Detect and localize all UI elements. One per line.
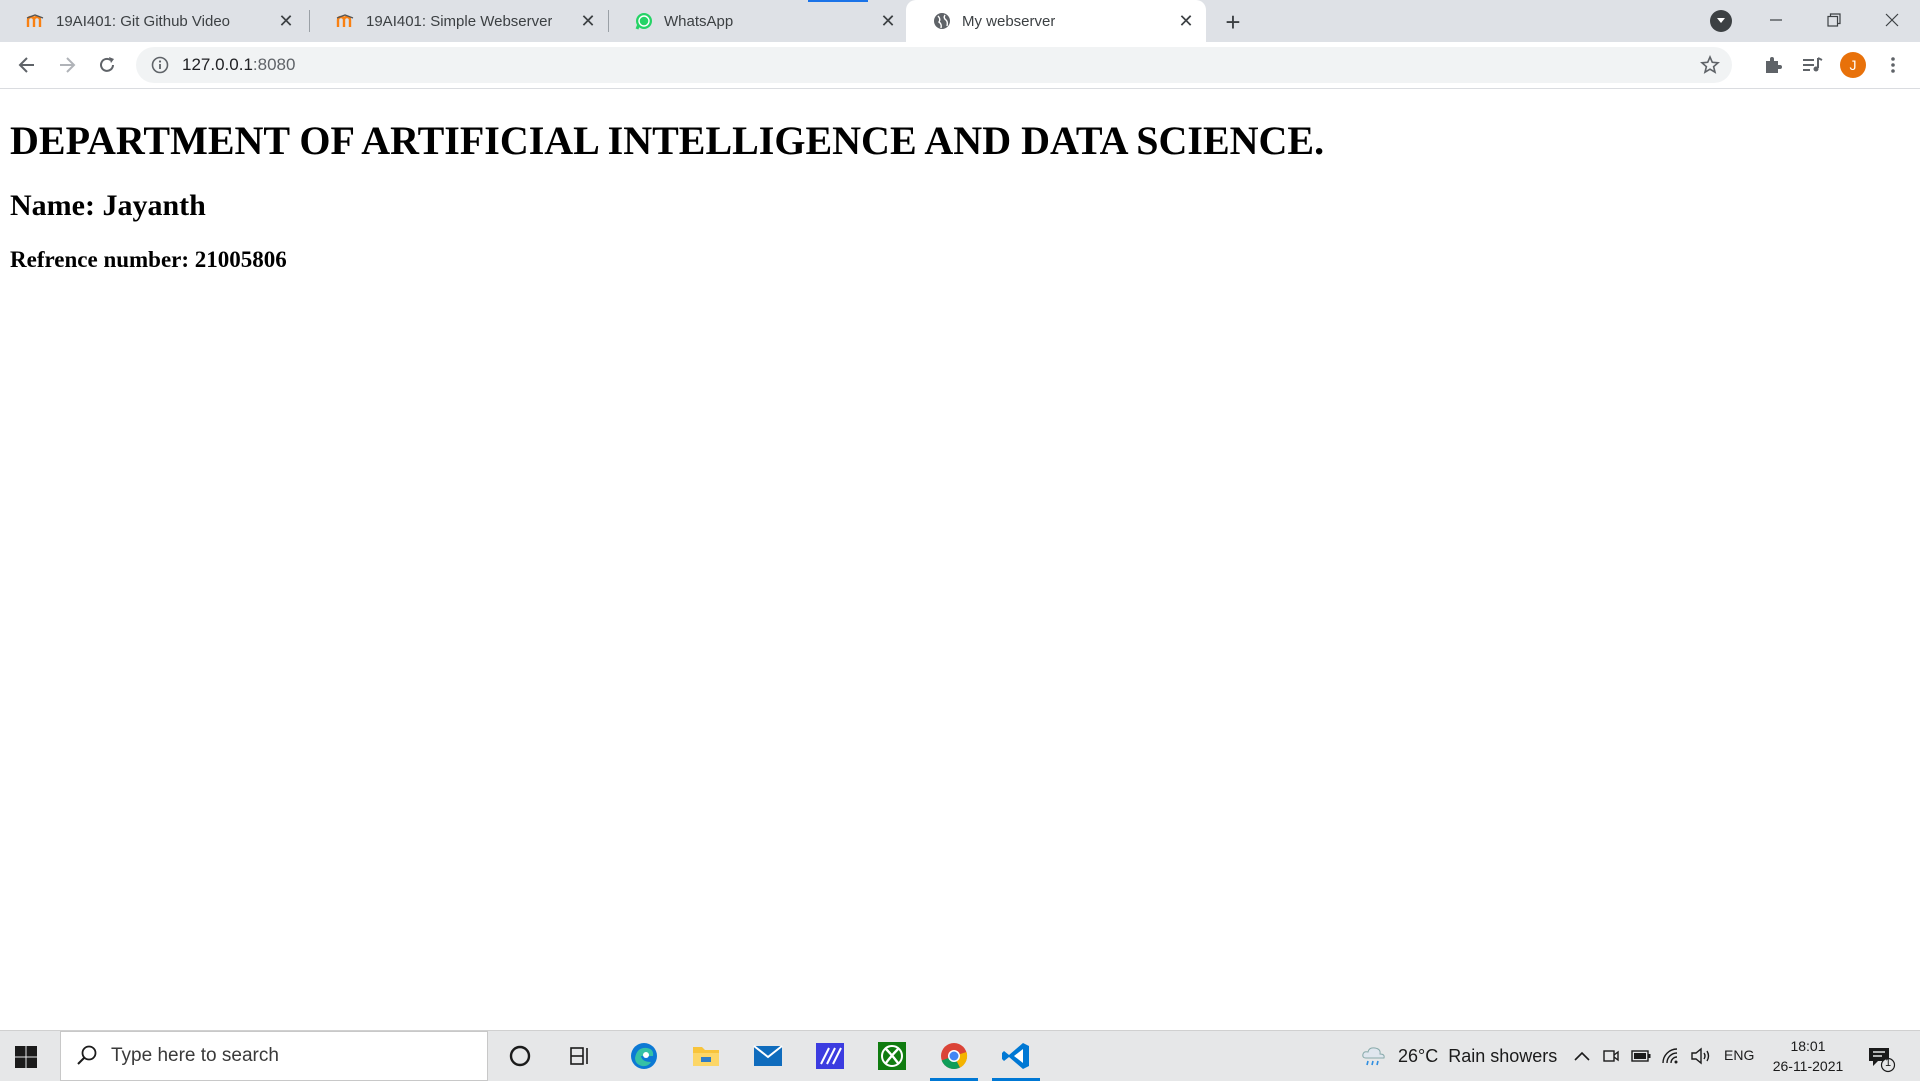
speaker-icon: [1691, 1047, 1710, 1065]
globe-icon: [932, 11, 952, 31]
tab-search-button[interactable]: [1710, 10, 1732, 32]
network-button[interactable]: [1660, 1045, 1682, 1067]
chrome-icon: [941, 1043, 968, 1070]
restore-button[interactable]: [1816, 6, 1852, 34]
tab-git-github-video[interactable]: 19AI401: Git Github Video ✕: [0, 0, 306, 42]
tab-strip: 19AI401: Git Github Video ✕ 19AI401: Sim…: [0, 0, 1920, 42]
close-window-button[interactable]: [1874, 6, 1910, 34]
url-host: 127.0.0.1: [182, 55, 253, 74]
extensions-button[interactable]: [1758, 50, 1788, 80]
bookmark-star-icon[interactable]: [1700, 54, 1720, 75]
minimize-icon: [1770, 19, 1782, 21]
weather-temperature: 26°C: [1398, 1045, 1439, 1066]
puzzle-icon: [1766, 57, 1782, 73]
task-view-button[interactable]: [552, 1031, 608, 1081]
address-bar[interactable]: 127.0.0.1:8080: [136, 47, 1732, 83]
battery-button[interactable]: [1630, 1045, 1652, 1067]
app-builder-app[interactable]: [802, 1031, 858, 1081]
meet-now-button[interactable]: [1600, 1045, 1622, 1067]
moodle-icon: [336, 11, 356, 31]
mail-icon: [753, 1045, 783, 1066]
media-control-button[interactable]: [1797, 50, 1827, 80]
vscode-app[interactable]: [988, 1031, 1044, 1081]
url-port: :8080: [252, 55, 296, 74]
close-tab-icon[interactable]: ✕: [878, 11, 898, 31]
new-tab-button[interactable]: +: [1220, 6, 1246, 37]
restore-icon: [1827, 13, 1841, 27]
edge-app[interactable]: [616, 1031, 672, 1081]
clock[interactable]: 18:01 26-11-2021: [1760, 1036, 1856, 1076]
notification-count: 1: [1884, 1057, 1892, 1069]
file-explorer-app[interactable]: [678, 1031, 734, 1081]
camera-icon: [1603, 1050, 1619, 1062]
weather-description: Rain showers: [1448, 1045, 1558, 1066]
tab-whatsapp[interactable]: WhatsApp ✕: [608, 0, 908, 42]
search-icon: [77, 1045, 97, 1065]
task-view-icon: [570, 1047, 588, 1065]
arrow-right-icon: [60, 57, 76, 73]
new-tab-label: +: [1225, 6, 1241, 37]
tab-title: My webserver: [962, 12, 1056, 30]
reference-number: Refrence number: 21005806: [10, 247, 287, 272]
more-vertical-icon: [1891, 57, 1895, 73]
moodle-icon: [26, 11, 46, 31]
xbox-icon: [878, 1042, 906, 1070]
tab-title: 19AI401: Simple Webserver: [366, 12, 553, 30]
taskbar-search[interactable]: Type here to search: [60, 1031, 488, 1081]
mail-app[interactable]: [740, 1031, 796, 1081]
weather-widget[interactable]: 26°C Rain showers: [1360, 1031, 1557, 1081]
clock-date: 26-11-2021: [1772, 1058, 1844, 1074]
page-heading: DEPARTMENT OF ARTIFICIAL INTELLIGENCE AN…: [10, 118, 1325, 163]
close-tab-icon[interactable]: ✕: [578, 11, 598, 31]
arrow-left-icon: [18, 57, 34, 73]
show-hidden-icons-button[interactable]: [1571, 1045, 1593, 1067]
page-content: DEPARTMENT OF ARTIFICIAL INTELLIGENCE AN…: [0, 89, 1920, 1029]
playlist-icon: [1803, 57, 1823, 72]
chevron-up-icon: [1574, 1051, 1590, 1061]
reload-button[interactable]: [92, 50, 122, 80]
vscode-icon: [1002, 1043, 1029, 1069]
tab-title: WhatsApp: [664, 12, 734, 30]
back-button[interactable]: [12, 50, 42, 80]
chrome-app[interactable]: [926, 1031, 982, 1081]
reload-icon: [100, 57, 114, 72]
xbox-app[interactable]: [864, 1031, 920, 1081]
profile-initial: J: [1849, 57, 1857, 73]
cortana-circle-icon: [509, 1045, 531, 1067]
app-builder-icon: [816, 1043, 844, 1069]
volume-button[interactable]: [1690, 1045, 1712, 1067]
tab-title: 19AI401: Git Github Video: [56, 12, 231, 30]
whatsapp-icon: [634, 11, 654, 31]
close-icon: [1885, 13, 1899, 27]
info-icon[interactable]: [150, 55, 170, 75]
clock-time: 18:01: [1790, 1038, 1826, 1054]
folder-icon: [693, 1047, 719, 1066]
wifi-icon: [1662, 1048, 1678, 1064]
forward-button[interactable]: [52, 50, 82, 80]
browser-menu-button[interactable]: [1878, 50, 1908, 80]
tab-simple-webserver[interactable]: 19AI401: Simple Webserver ✕: [310, 0, 608, 42]
start-button[interactable]: [14, 1045, 38, 1069]
search-placeholder: Type here to search: [111, 1045, 279, 1066]
chevron-down-icon: [1717, 18, 1725, 23]
windows-taskbar: Type here to search 26°C Rain showers EN…: [0, 1030, 1920, 1081]
student-name: Name: Jayanth: [10, 189, 206, 222]
minimize-button[interactable]: [1758, 6, 1794, 34]
language-indicator[interactable]: ENG: [1724, 1047, 1754, 1063]
action-center-button[interactable]: 1: [1866, 1043, 1896, 1073]
url-text[interactable]: 127.0.0.1:8080: [182, 55, 295, 75]
close-tab-icon[interactable]: ✕: [276, 11, 296, 31]
edge-icon: [631, 1043, 657, 1069]
cortana-button[interactable]: [492, 1031, 548, 1081]
windows-logo-icon: [15, 1046, 37, 1068]
close-tab-icon[interactable]: ✕: [1176, 11, 1196, 31]
profile-avatar[interactable]: J: [1840, 52, 1866, 78]
rain-cloud-icon: [1362, 1047, 1385, 1066]
battery-icon: [1631, 1050, 1651, 1062]
browser-toolbar: 127.0.0.1:8080 J: [0, 42, 1920, 89]
tab-my-webserver[interactable]: My webserver ✕: [906, 0, 1206, 42]
